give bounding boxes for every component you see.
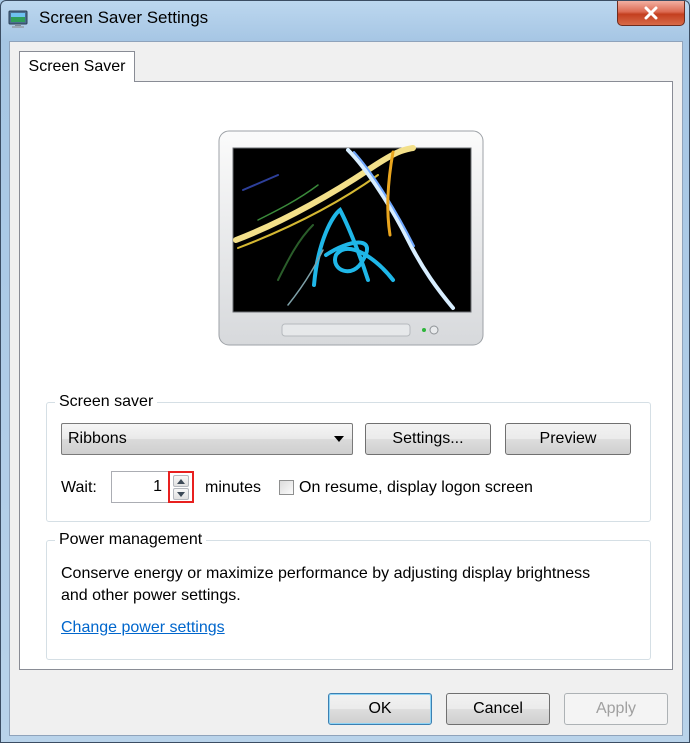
logon-screen-checkbox[interactable] <box>279 480 294 495</box>
screen-saver-group-title: Screen saver <box>55 392 158 412</box>
ok-button[interactable]: OK <box>328 693 432 725</box>
screen-saver-tab-panel: Screen saver Ribbons Settings... Preview… <box>19 81 673 670</box>
power-management-group-title: Power management <box>55 530 207 550</box>
chevron-down-icon <box>334 436 344 442</box>
settings-button[interactable]: Settings... <box>365 423 491 455</box>
preview-button[interactable]: Preview <box>505 423 631 455</box>
wait-spinner-highlight <box>168 471 194 503</box>
screen-saver-app-icon <box>8 10 28 28</box>
monitor-preview <box>218 130 484 346</box>
power-description: Conserve energy or maximize performance … <box>61 565 591 604</box>
screen-saver-group: Screen saver Ribbons Settings... Preview… <box>46 392 651 522</box>
apply-button[interactable]: Apply <box>564 693 668 725</box>
wait-label: Wait: <box>61 479 97 496</box>
close-button[interactable] <box>617 1 685 26</box>
screen-saver-selected-value: Ribbons <box>68 430 127 447</box>
title-bar[interactable]: Screen Saver Settings <box>1 1 689 39</box>
logon-screen-label[interactable]: On resume, display logon screen <box>299 479 533 497</box>
minutes-label: minutes <box>205 479 262 496</box>
dialog-client-area: Screen Saver Screen saver Ribbons Settin… <box>9 41 683 736</box>
window-title: Screen Saver Settings <box>39 8 209 27</box>
tab-screen-saver[interactable]: Screen Saver <box>19 51 135 82</box>
power-management-group: Power management Conserve energy or maxi… <box>46 530 651 660</box>
screen-saver-select[interactable]: Ribbons <box>61 423 353 455</box>
screen-saver-settings-window: Screen Saver Settings Screen Saver Scree… <box>0 0 690 743</box>
spin-down-button[interactable] <box>173 488 189 500</box>
chevron-down-small-icon <box>177 491 185 497</box>
close-icon <box>644 6 658 20</box>
spin-up-button[interactable] <box>173 475 189 487</box>
wait-minutes-input[interactable] <box>111 471 169 503</box>
chevron-up-icon <box>177 478 185 484</box>
change-power-settings-link[interactable]: Change power settings <box>61 619 225 637</box>
cancel-button[interactable]: Cancel <box>446 693 550 725</box>
